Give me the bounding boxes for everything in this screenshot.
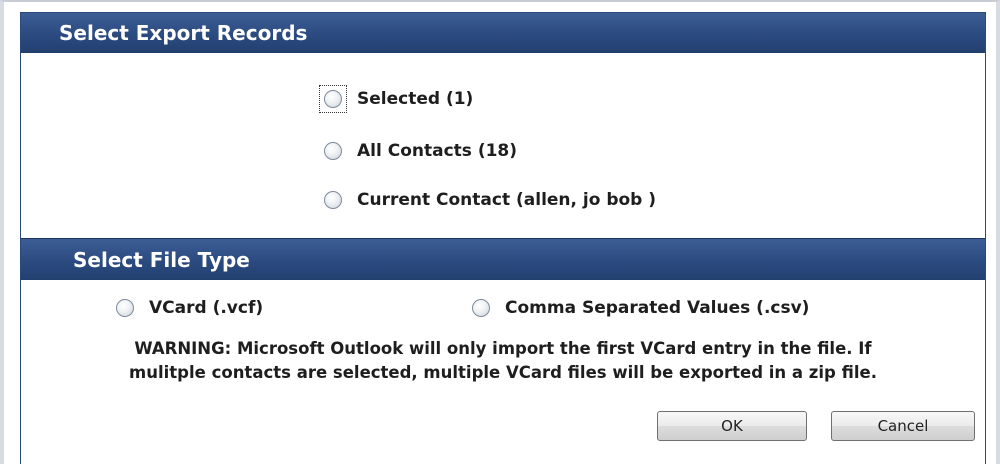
radio-all-contacts[interactable]: All Contacts (18) [319,137,517,165]
export-records-title: Select Export Records [59,21,308,45]
radio-current-contact[interactable]: Current Contact (allen, jo bob ) [319,186,656,214]
file-type-title: Select File Type [73,248,250,272]
radio-selected[interactable]: Selected (1) [319,85,473,113]
radio-button-icon[interactable] [324,191,342,209]
export-dialog: Select Export Records Selected (1) All C… [20,12,986,464]
cancel-button[interactable]: Cancel [831,411,975,441]
radio-all-contacts-label: All Contacts (18) [357,141,518,161]
warning-line-2: mulitple contacts are selected, multiple… [129,363,877,382]
warning-line-1: WARNING: Microsoft Outlook will only imp… [134,339,872,358]
ok-button[interactable]: OK [657,411,807,441]
radio-button-icon[interactable] [324,90,342,108]
export-records-header: Select Export Records [21,13,985,53]
radio-csv[interactable]: Comma Separated Values (.csv) [467,294,809,322]
radio-vcard[interactable]: VCard (.vcf) [111,294,263,322]
outlook-warning: WARNING: Microsoft Outlook will only imp… [21,337,985,385]
focus-indicator [319,85,347,113]
radio-button-icon[interactable] [472,299,490,317]
radio-selected-label: Selected (1) [357,89,474,109]
radio-button-icon[interactable] [116,299,134,317]
file-type-header: Select File Type [21,238,985,280]
radio-button-icon[interactable] [324,142,342,160]
radio-csv-label: Comma Separated Values (.csv) [505,298,810,318]
radio-vcard-label: VCard (.vcf) [149,298,264,318]
radio-current-contact-label: Current Contact (allen, jo bob ) [357,190,657,210]
